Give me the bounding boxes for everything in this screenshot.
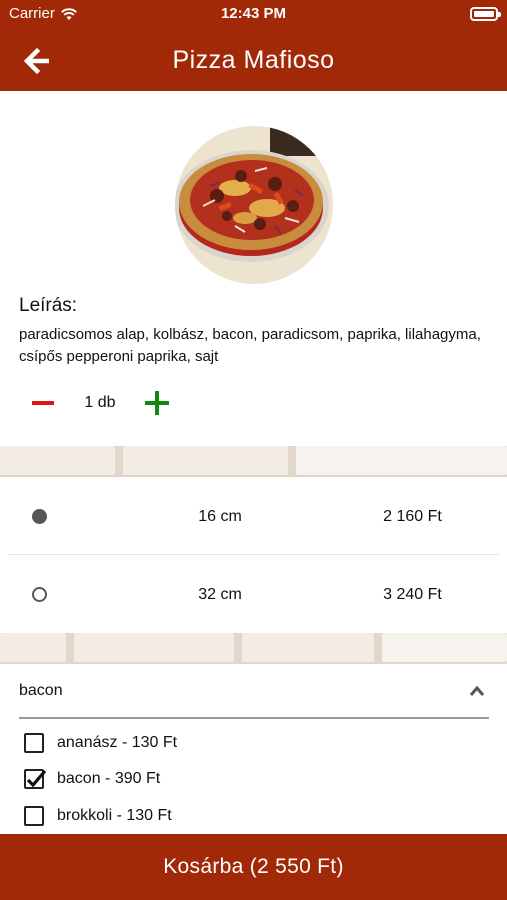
- radio-selected-icon[interactable]: [32, 509, 47, 524]
- pizza-image: [175, 126, 333, 284]
- minus-icon[interactable]: [30, 389, 56, 417]
- background-strip: [0, 633, 507, 664]
- status-time: 12:43 PM: [220, 5, 287, 22]
- chevron-up-icon: [469, 685, 485, 696]
- extra-option-label: brokkoli - 130 Ft: [57, 807, 172, 824]
- size-option-32[interactable]: 32 cm 3 240 Ft: [0, 555, 507, 632]
- size-label: 16 cm: [198, 508, 242, 525]
- background-strip: [0, 446, 507, 477]
- extra-option-brokkoli[interactable]: brokkoli - 130 Ft: [24, 801, 172, 831]
- size-price: 3 240 Ft: [383, 586, 442, 603]
- extra-option-bacon[interactable]: bacon - 390 Ft: [24, 764, 160, 794]
- status-bar: Carrier 12:43 PM: [0, 0, 507, 28]
- extras-dropdown[interactable]: bacon: [19, 664, 489, 719]
- extra-option-ananasz[interactable]: ananász - 130 Ft: [24, 728, 177, 758]
- description-text: paradicsomos alap, kolbász, bacon, parad…: [19, 326, 481, 365]
- extras-selected-value: bacon: [19, 682, 63, 699]
- extra-option-label: bacon - 390 Ft: [57, 770, 161, 787]
- size-options: 16 cm 2 160 Ft 32 cm 3 240 Ft: [0, 477, 507, 633]
- description-label: Leírás:: [19, 295, 78, 316]
- size-label: 32 cm: [198, 586, 242, 603]
- quantity-value: 1 db: [84, 394, 116, 411]
- extra-option-label: ananász - 130 Ft: [57, 734, 178, 751]
- page-title: Pizza Mafioso: [172, 46, 335, 74]
- radio-unselected-icon[interactable]: [32, 587, 47, 602]
- battery-icon: [470, 7, 501, 21]
- nav-bar: Pizza Mafioso: [0, 28, 507, 91]
- size-option-16[interactable]: 16 cm 2 160 Ft: [0, 477, 507, 554]
- size-price: 2 160 Ft: [383, 508, 442, 525]
- checkbox-unchecked-icon[interactable]: [24, 806, 44, 826]
- extras-section: bacon ananász - 130 Ft bacon - 390 Ft br…: [0, 664, 507, 834]
- product-card: Leírás: paradicsomos alap, kolbász, baco…: [0, 91, 507, 446]
- add-to-cart-button[interactable]: Kosárba (2 550 Ft): [0, 834, 507, 900]
- checkbox-checked-icon[interactable]: [24, 769, 47, 789]
- top-bar: Carrier 12:43 PM Pizza Mafioso: [0, 0, 507, 91]
- quantity-stepper: 1 db: [30, 389, 170, 417]
- plus-icon[interactable]: [144, 389, 170, 417]
- checkbox-unchecked-icon[interactable]: [24, 733, 44, 753]
